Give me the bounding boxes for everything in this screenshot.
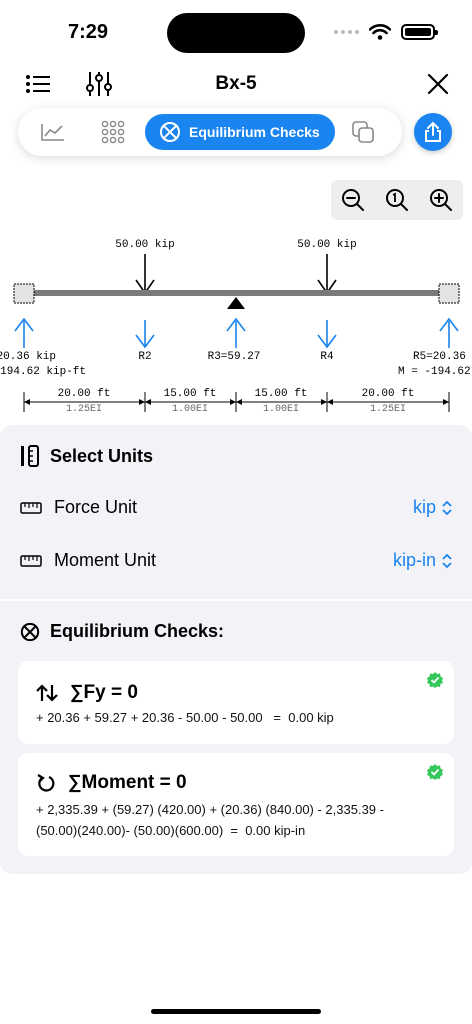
chevron-up-down-icon	[442, 500, 452, 515]
zoom-out-icon[interactable]	[341, 188, 365, 212]
chevron-up-down-icon	[442, 553, 452, 568]
span-length: 15.00 ft	[255, 388, 308, 400]
check-circle-icon	[427, 764, 443, 780]
sum-fy-card: ∑Fy = 0 + 20.36 + 59.27 + 20.36 - 50.00 …	[18, 661, 454, 744]
sum-moment-equation-line2: (50.00)(240.00)- (50.00)(600.00) = 0.00 …	[36, 823, 306, 838]
reaction-label: R5=20.36 kip	[413, 351, 472, 363]
status-indicators	[334, 24, 438, 40]
reaction-arrow-down	[317, 320, 337, 349]
fixed-support-right	[438, 283, 460, 304]
force-unit-value: kip	[412, 497, 436, 517]
units-section-header: Select Units	[20, 445, 153, 467]
share-button[interactable]	[414, 113, 452, 151]
point-load-arrow	[317, 254, 337, 295]
moment-unit-value: kip-in	[392, 550, 436, 570]
reaction-arrow-up	[226, 317, 246, 348]
check-circle-icon	[427, 672, 443, 688]
sum-moment-equation-line1: + 2,335.39 + (59.27) (420.00) + (20.36) …	[36, 802, 384, 817]
reaction-label: R1=20.36 kip	[0, 351, 56, 363]
wifi-icon	[369, 24, 391, 40]
reaction-moment-label: M = -194.62 kip-ft	[398, 366, 472, 378]
zoom-in-icon[interactable]	[429, 188, 453, 212]
home-indicator[interactable]	[151, 1009, 321, 1014]
span-stiffness: 1.25EI	[370, 404, 406, 415]
point-load-label: 50.00 kip	[297, 239, 356, 251]
dot-grid-icon	[101, 120, 125, 144]
reaction-label: R4	[320, 351, 334, 363]
equilibrium-section-title: Equilibrium Checks:	[50, 621, 225, 641]
ruler-icon	[20, 554, 42, 567]
line-chart-icon	[41, 124, 64, 141]
moment-unit-select[interactable]: kip-in	[393, 550, 452, 571]
zoom-controls	[331, 180, 463, 220]
grid-view-button[interactable]	[98, 116, 128, 148]
equilibrium-icon	[160, 122, 180, 142]
equilibrium-section-header: Equilibrium Checks:	[20, 621, 224, 642]
span-stiffness: 1.00EI	[263, 404, 299, 415]
sum-fy-title-row: ∑Fy = 0	[36, 682, 138, 704]
span-length: 20.00 ft	[58, 388, 111, 400]
up-down-arrows-icon	[36, 684, 58, 702]
rotate-arrow-icon	[37, 774, 55, 792]
close-icon[interactable]	[424, 70, 452, 98]
view-switcher: Equilibrium Checks	[18, 108, 402, 156]
reaction-arrow-up	[439, 317, 459, 348]
pin-support	[227, 297, 245, 309]
span-stiffness: 1.25EI	[66, 404, 102, 415]
zoom-reset-icon[interactable]	[385, 188, 409, 212]
beam-diagram: 50.00 kip 50.00 kip R1=20.36 kip M = 194…	[0, 239, 472, 415]
units-section-title: Select Units	[50, 445, 154, 466]
reaction-label: R3=59.27	[208, 351, 261, 363]
equilibrium-icon	[20, 622, 40, 641]
span-length: 20.00 ft	[362, 388, 415, 400]
moment-unit-row[interactable]: Moment Unit kip-in	[20, 550, 452, 571]
span-length: 15.00 ft	[164, 388, 217, 400]
battery-icon	[401, 24, 438, 40]
share-icon	[425, 121, 441, 142]
fixed-support-left	[13, 283, 35, 304]
status-time: 7:29	[68, 21, 109, 43]
cellular-signal-icon	[334, 30, 359, 34]
sum-moment-title-row: ∑Moment = 0	[36, 772, 187, 794]
reaction-arrow-down	[135, 320, 155, 349]
units-panel: Select Units Force Unit kip Moment Unit …	[0, 425, 472, 599]
force-unit-select[interactable]: kip	[413, 497, 452, 518]
sum-fy-equation: + 20.36 + 59.27 + 20.36 - 50.00 - 50.00 …	[36, 710, 334, 725]
ruler-icon	[20, 501, 42, 514]
sum-moment-card: ∑Moment = 0 + 2,335.39 + (59.27) (420.00…	[18, 753, 454, 856]
reaction-arrow-up	[14, 317, 34, 348]
dynamic-island	[167, 13, 305, 53]
point-load-arrow	[135, 254, 155, 295]
force-unit-row[interactable]: Force Unit kip	[20, 497, 452, 518]
copy-icon	[352, 121, 374, 143]
reaction-label: R2	[138, 351, 151, 363]
equilibrium-panel: Equilibrium Checks: ∑Fy = 0 + 20.36 + 59…	[0, 601, 472, 874]
reaction-moment-label: M = 194.62 kip-ft	[0, 366, 86, 378]
page-title: Bx-5	[215, 73, 257, 94]
moment-unit-label: Moment Unit	[54, 550, 157, 570]
copy-view-button[interactable]	[348, 116, 378, 148]
beam-bar	[30, 290, 444, 296]
point-load-label: 50.00 kip	[115, 239, 174, 251]
force-unit-label: Force Unit	[54, 497, 138, 517]
equilibrium-checks-tab[interactable]: Equilibrium Checks	[145, 114, 335, 150]
units-icon	[21, 445, 39, 467]
sum-moment-title: ∑Moment = 0	[68, 772, 187, 793]
span-stiffness: 1.00EI	[172, 404, 208, 415]
equilibrium-checks-tab-label: Equilibrium Checks	[189, 124, 320, 140]
chart-view-button[interactable]	[38, 116, 68, 148]
sum-fy-title: ∑Fy = 0	[70, 682, 138, 703]
